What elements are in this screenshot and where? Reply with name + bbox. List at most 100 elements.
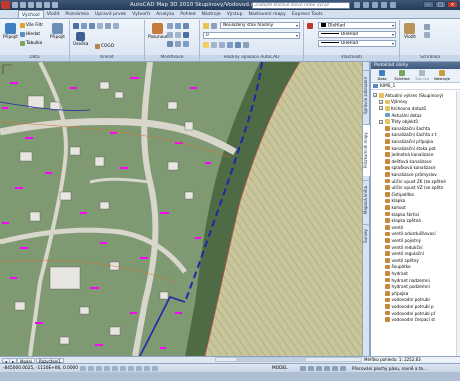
mirror-icon[interactable]: [183, 23, 189, 29]
layer-previous-icon[interactable]: [243, 42, 249, 48]
lightbulb-icon[interactable]: [203, 42, 209, 48]
extend-icon[interactable]: [175, 32, 181, 38]
model-space-toggle[interactable]: MODEL: [272, 366, 288, 371]
osnap-icon[interactable]: [112, 366, 118, 371]
star-icon[interactable]: [381, 2, 387, 8]
maximize-button[interactable]: □: [435, 1, 446, 8]
undo-icon[interactable]: [36, 2, 42, 8]
tree-item[interactable]: přípojka: [385, 290, 408, 297]
help-search-input[interactable]: Zadejte klíčové slovo nebo výraz: [252, 1, 350, 9]
tab-vlozit[interactable]: Vložit: [44, 10, 63, 18]
tab-pohled[interactable]: Pohled: [177, 10, 198, 18]
lock-icon[interactable]: [219, 42, 225, 48]
dyn-icon[interactable]: [136, 366, 142, 371]
tab-analyza[interactable]: Analýza: [153, 10, 177, 18]
map-viewport[interactable]: [0, 62, 362, 356]
tab-map-explorer[interactable]: Průzkumník mapy: [363, 124, 370, 176]
ducs-icon[interactable]: [128, 366, 134, 371]
polyline-icon[interactable]: [73, 23, 79, 29]
expand-toggle[interactable]: −: [379, 106, 383, 111]
lineweight-icon[interactable]: [144, 366, 150, 371]
cut-icon[interactable]: [424, 24, 430, 30]
tree-item[interactable]: − Knihovna dotazů: [379, 105, 426, 112]
tree-item[interactable]: vodovodní potrubí: [385, 297, 430, 304]
drawing-selector[interactable]: KIMS_1: [371, 83, 460, 90]
tree-item[interactable]: kanalizační přípojka: [385, 138, 433, 145]
expand-toggle[interactable]: −: [373, 93, 377, 98]
zoom-icon[interactable]: [308, 366, 314, 371]
tab-nastroje[interactable]: Nástroje: [199, 10, 224, 18]
tree-item[interactable]: klapka: [385, 198, 405, 205]
close-button[interactable]: ×: [447, 1, 458, 8]
copy-clip-icon[interactable]: [424, 32, 430, 38]
scale-icon[interactable]: [175, 41, 181, 47]
tree-item[interactable]: ventil pojistný: [385, 237, 421, 244]
tree-item[interactable]: klapka zpětná: [385, 217, 421, 224]
tree-item[interactable]: hydrant nadzemní: [385, 277, 430, 284]
table-tool-button[interactable]: Tabulka: [413, 70, 431, 81]
expand-toggle[interactable]: −: [379, 99, 383, 104]
tree-item[interactable]: ventil: [385, 224, 403, 231]
tree-item[interactable]: splašková kanalizace: [385, 165, 436, 172]
horizontal-scrollbar[interactable]: [215, 357, 362, 362]
steering-wheel-icon[interactable]: [316, 366, 322, 371]
workspace-icon[interactable]: [340, 366, 346, 371]
layer-isolate-icon[interactable]: [227, 42, 233, 48]
erase-icon[interactable]: [183, 32, 189, 38]
binoculars-icon[interactable]: [354, 2, 360, 8]
layer-state-icon[interactable]: [211, 23, 217, 29]
application-menu-button[interactable]: [1, 1, 10, 9]
data-tool-button[interactable]: Data: [373, 70, 391, 81]
color-dropdown[interactable]: DleHlad: [318, 22, 396, 29]
minimize-button[interactable]: –: [423, 1, 434, 8]
tree-item[interactable]: hydrant: [385, 270, 408, 277]
annotation-scale-icon[interactable]: [332, 366, 338, 371]
tree-item[interactable]: − Výkresy: [379, 99, 408, 106]
tree-item[interactable]: uliční vpust VZ (se zpětn: [385, 184, 443, 191]
tree-item[interactable]: ventil odvzdušňovací: [385, 231, 436, 238]
open-icon[interactable]: [20, 2, 26, 8]
polar-icon[interactable]: [104, 366, 110, 371]
trim-icon[interactable]: [167, 32, 173, 38]
tree-item[interactable]: kanalizační šachta: [385, 125, 430, 132]
scrollbar-thumb[interactable]: [236, 358, 306, 361]
expand-toggle[interactable]: −: [379, 119, 383, 124]
tree-item[interactable]: vodovodní potrubí př: [385, 310, 435, 317]
tree-item[interactable]: ventil regulační: [385, 250, 424, 257]
connect-button[interactable]: Připojit: [3, 23, 18, 40]
ortho-icon[interactable]: [96, 366, 102, 371]
tree-item[interactable]: ventil zpětný: [385, 257, 419, 264]
rectangle-icon[interactable]: [89, 23, 95, 29]
tab-vytvorit[interactable]: Vytvořit: [129, 10, 153, 18]
pan-icon[interactable]: [300, 366, 306, 371]
tree-item[interactable]: uliční vpust ZK (ze zpětné: [385, 178, 446, 185]
tree-item[interactable]: dešťová kanalizace: [385, 158, 432, 165]
tab-survey[interactable]: Survey: [363, 224, 370, 248]
tab-display-manager[interactable]: Správce zobrazení: [363, 70, 370, 120]
communication-icon[interactable]: [372, 2, 378, 8]
new-icon[interactable]: [12, 2, 18, 8]
tools-tool-button[interactable]: Nástroje: [433, 70, 451, 81]
tree-item[interactable]: šoupátko: [385, 264, 411, 271]
attach-button[interactable]: Připojit: [50, 23, 65, 40]
tree-item[interactable]: klapka škrticí: [385, 211, 419, 218]
redo-icon[interactable]: [44, 2, 50, 8]
tree-item[interactable]: čistipolítko: [385, 191, 414, 198]
snap-icon[interactable]: [80, 366, 86, 371]
tree-item[interactable]: ventil redukční: [385, 244, 423, 251]
map-canvas[interactable]: [0, 62, 362, 356]
match-properties-icon[interactable]: [307, 23, 313, 29]
current-layer-dropdown[interactable]: 0: [203, 32, 300, 39]
tab-vystup[interactable]: Výstup: [224, 10, 246, 18]
move-button[interactable]: Posunout: [148, 23, 168, 40]
tree-item[interactable]: − Aktuální výkres (Skupinový): [373, 92, 443, 99]
tab-nastaveni-mapy[interactable]: Nastavení mapy: [246, 10, 289, 18]
tree-item[interactable]: kanalizační šachta z t: [385, 132, 437, 139]
lineweight-dropdown[interactable]: DleHlad: [318, 31, 396, 38]
linetype-dropdown[interactable]: DleHlad: [318, 40, 396, 47]
map-explorer-button[interactable]: Vše Filtr: [20, 23, 43, 28]
subscription-icon[interactable]: [363, 2, 369, 8]
tree-item[interactable]: kohout: [385, 204, 406, 211]
tab-upravit-prvek[interactable]: Upravit prvek: [92, 10, 129, 18]
rotate-icon[interactable]: [175, 23, 181, 29]
